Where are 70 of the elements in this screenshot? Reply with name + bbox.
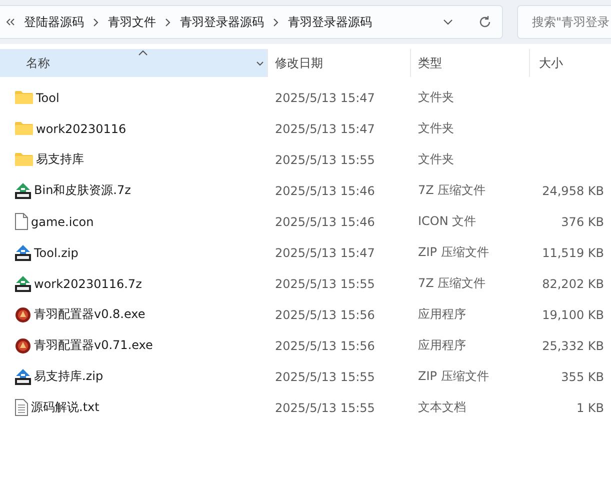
column-header[interactable]: 修改日期 [268, 49, 411, 77]
archive-icon [15, 182, 31, 198]
file-size: 376 KB [561, 214, 604, 228]
modified-date: 2025/5/13 15:47 [275, 246, 375, 260]
file-type: 文本文档 [418, 399, 466, 416]
file-name[interactable]: work20230116.7z [34, 276, 142, 290]
file-type: 文件夹 [418, 89, 454, 106]
modified-date: 2025/5/13 15:56 [275, 308, 375, 322]
file-name[interactable]: 易支持库 [36, 151, 84, 168]
file-type: 7Z 压缩文件 [418, 182, 486, 199]
file-name[interactable]: work20230116 [36, 122, 126, 136]
breadcrumb[interactable]: 登陆器源码 [24, 14, 84, 30]
file-type: 文件夹 [418, 120, 454, 137]
address-bar[interactable]: 登陆器源码 青羽文件 青羽登录器源码 青羽登录器源码 [0, 5, 503, 39]
file-name[interactable]: game.icon [31, 214, 94, 228]
chevron-right-icon [93, 18, 99, 26]
file-icon [15, 213, 28, 230]
modified-date: 2025/5/13 15:55 [275, 370, 375, 384]
column-header[interactable]: 类型 [411, 49, 530, 77]
file-type: ZIP 压缩文件 [418, 368, 489, 385]
file-size: 24,958 KB [542, 184, 604, 198]
modified-date: 2025/5/13 15:55 [275, 276, 375, 290]
file-type: ZIP 压缩文件 [418, 244, 489, 261]
file-name[interactable]: 源码解说.txt [31, 399, 100, 416]
column-header[interactable]: 名称 [0, 49, 268, 77]
modified-date: 2025/5/13 15:55 [275, 152, 375, 166]
archive-icon [15, 244, 31, 260]
modified-date: 2025/5/13 15:55 [275, 400, 375, 414]
chevron-right-icon [273, 18, 279, 26]
search-field[interactable]: 搜索"青羽登录 [517, 5, 611, 39]
app-icon [15, 338, 31, 354]
folder-icon [15, 121, 33, 136]
refresh-icon[interactable] [478, 15, 492, 29]
modified-date: 2025/5/13 15:47 [275, 90, 375, 104]
file-name[interactable]: Bin和皮肤资源.7z [34, 182, 131, 199]
modified-date: 2025/5/13 15:46 [275, 214, 375, 228]
file-size: 1 KB [576, 400, 604, 414]
modified-date: 2025/5/13 15:56 [275, 338, 375, 352]
breadcrumb[interactable]: 青羽登录器源码 [180, 14, 264, 30]
file-type: 应用程序 [418, 306, 466, 323]
modified-date: 2025/5/13 15:46 [275, 184, 375, 198]
chevron-down-icon[interactable] [443, 19, 453, 25]
modified-date: 2025/5/13 15:47 [275, 122, 375, 136]
file-size: 355 KB [561, 370, 604, 384]
folder-icon [15, 90, 33, 105]
file-size: 19,100 KB [542, 308, 604, 322]
file-type: 7Z 压缩文件 [418, 275, 486, 292]
file-type: 应用程序 [418, 337, 466, 354]
breadcrumb[interactable]: 青羽登录器源码 [288, 14, 372, 30]
file-name[interactable]: 易支持库.zip [34, 368, 104, 385]
file-name[interactable]: 青羽配置器v0.71.exe [34, 337, 153, 354]
file-name[interactable]: Tool.zip [34, 246, 78, 260]
app-icon [15, 306, 31, 322]
text-file-icon [15, 399, 28, 416]
archive-icon [15, 276, 31, 292]
file-name[interactable]: 青羽配置器v0.8.exe [34, 306, 146, 323]
chevron-left-icon[interactable] [6, 18, 15, 26]
folder-icon [15, 152, 33, 167]
file-size: 25,332 KB [542, 338, 604, 352]
file-type: 文件夹 [418, 151, 454, 168]
archive-icon [15, 368, 31, 384]
file-name[interactable]: Tool [36, 90, 60, 104]
sort-caret-icon [138, 50, 148, 56]
file-size: 82,202 KB [542, 276, 604, 290]
breadcrumb[interactable]: 青羽文件 [108, 14, 156, 30]
file-type: ICON 文件 [418, 213, 476, 230]
chevron-down-icon[interactable] [256, 61, 264, 66]
file-size: 11,519 KB [542, 246, 604, 260]
column-header[interactable]: 大小 [530, 49, 611, 77]
chevron-right-icon [165, 18, 171, 26]
